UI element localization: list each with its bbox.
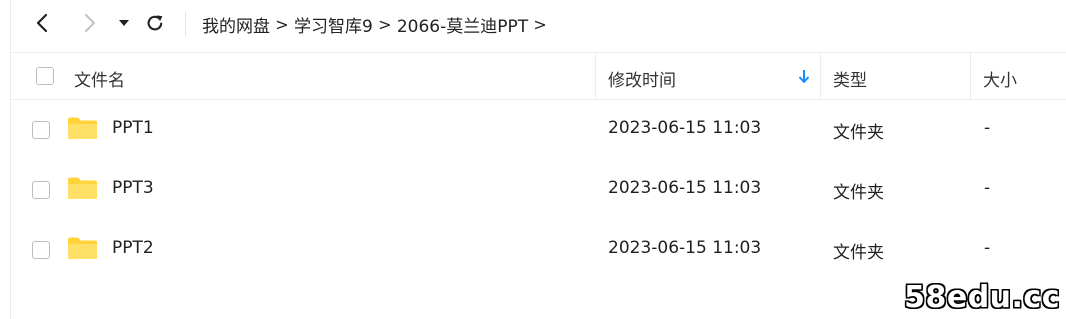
breadcrumb-item-current[interactable]: 2066-莫兰迪PPT (397, 12, 528, 37)
watermark: 58edu.cc (904, 280, 1060, 315)
file-name[interactable]: PPT2 (112, 238, 154, 258)
refresh-button[interactable] (141, 9, 169, 37)
folder-icon (68, 237, 97, 259)
file-size: - (984, 118, 991, 138)
refresh-icon (147, 15, 163, 31)
file-name[interactable]: PPT3 (112, 178, 154, 198)
column-header-name[interactable]: 文件名 (74, 66, 125, 91)
column-divider[interactable] (820, 53, 821, 99)
file-name[interactable]: PPT1 (112, 118, 154, 138)
caret-down-icon (119, 20, 129, 26)
breadcrumb-separator[interactable]: > (528, 15, 552, 34)
chevron-left-icon (36, 13, 48, 33)
file-browser-window: 我的网盘 > 学习智库9 > 2066-莫兰迪PPT > 文件名 修改时间 类型… (0, 0, 1066, 319)
toolbar: 我的网盘 > 学习智库9 > 2066-莫兰迪PPT > (0, 0, 1066, 50)
column-header-size[interactable]: 大小 (983, 66, 1017, 91)
row-checkbox[interactable] (32, 241, 50, 259)
folder-icon (68, 177, 97, 199)
table-header: 文件名 修改时间 类型 大小 (11, 52, 1066, 100)
modified-time: 2023-06-15 11:03 (608, 238, 762, 258)
column-divider[interactable] (595, 53, 596, 99)
file-size: - (984, 178, 991, 198)
modified-time: 2023-06-15 11:03 (608, 118, 762, 138)
table-row[interactable]: PPT1 2023-06-15 11:03 文件夹 - (11, 100, 1066, 160)
file-type: 文件夹 (833, 123, 884, 143)
column-divider[interactable] (970, 53, 971, 99)
column-header-modified[interactable]: 修改时间 (608, 66, 676, 91)
toolbar-divider (185, 12, 186, 36)
forward-button[interactable] (76, 9, 104, 37)
breadcrumb-separator: > (275, 14, 289, 34)
file-type: 文件夹 (833, 183, 884, 203)
file-size: - (984, 238, 991, 258)
back-button[interactable] (28, 9, 56, 37)
row-checkbox[interactable] (32, 121, 50, 139)
folder-icon (68, 117, 97, 139)
table-row[interactable]: PPT3 2023-06-15 11:03 文件夹 - (11, 160, 1066, 220)
table-row[interactable]: PPT2 2023-06-15 11:03 文件夹 - (11, 220, 1066, 280)
chevron-right-icon (84, 13, 96, 33)
select-all-checkbox[interactable] (36, 67, 54, 85)
breadcrumb-separator: > (378, 14, 392, 34)
column-header-type[interactable]: 类型 (833, 66, 867, 91)
breadcrumb-item-library[interactable]: 学习智库9 (294, 12, 373, 37)
modified-time: 2023-06-15 11:03 (608, 178, 762, 198)
breadcrumb: 我的网盘 > 学习智库9 > 2066-莫兰迪PPT > (202, 0, 552, 48)
breadcrumb-item-root[interactable]: 我的网盘 (202, 12, 270, 37)
history-dropdown-button[interactable] (113, 9, 135, 37)
row-checkbox[interactable] (32, 181, 50, 199)
arrow-down-icon[interactable] (798, 69, 810, 85)
file-type: 文件夹 (833, 243, 884, 263)
